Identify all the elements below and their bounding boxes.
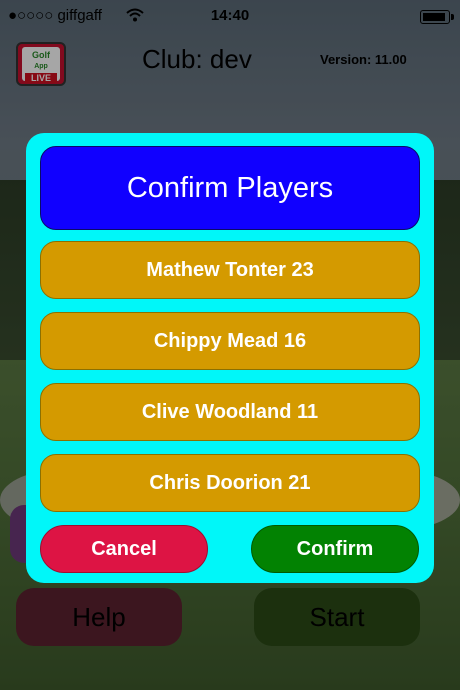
player-item[interactable]: Mathew Tonter 23 [40, 241, 420, 299]
player-item[interactable]: Chris Doorion 21 [40, 454, 420, 512]
player-item[interactable]: Clive Woodland 11 [40, 383, 420, 441]
confirm-button[interactable]: Confirm [251, 525, 419, 573]
confirm-players-dialog: Confirm Players Mathew Tonter 23 Chippy … [26, 133, 434, 583]
player-item[interactable]: Chippy Mead 16 [40, 312, 420, 370]
dialog-title: Confirm Players [40, 146, 420, 230]
cancel-button[interactable]: Cancel [40, 525, 208, 573]
